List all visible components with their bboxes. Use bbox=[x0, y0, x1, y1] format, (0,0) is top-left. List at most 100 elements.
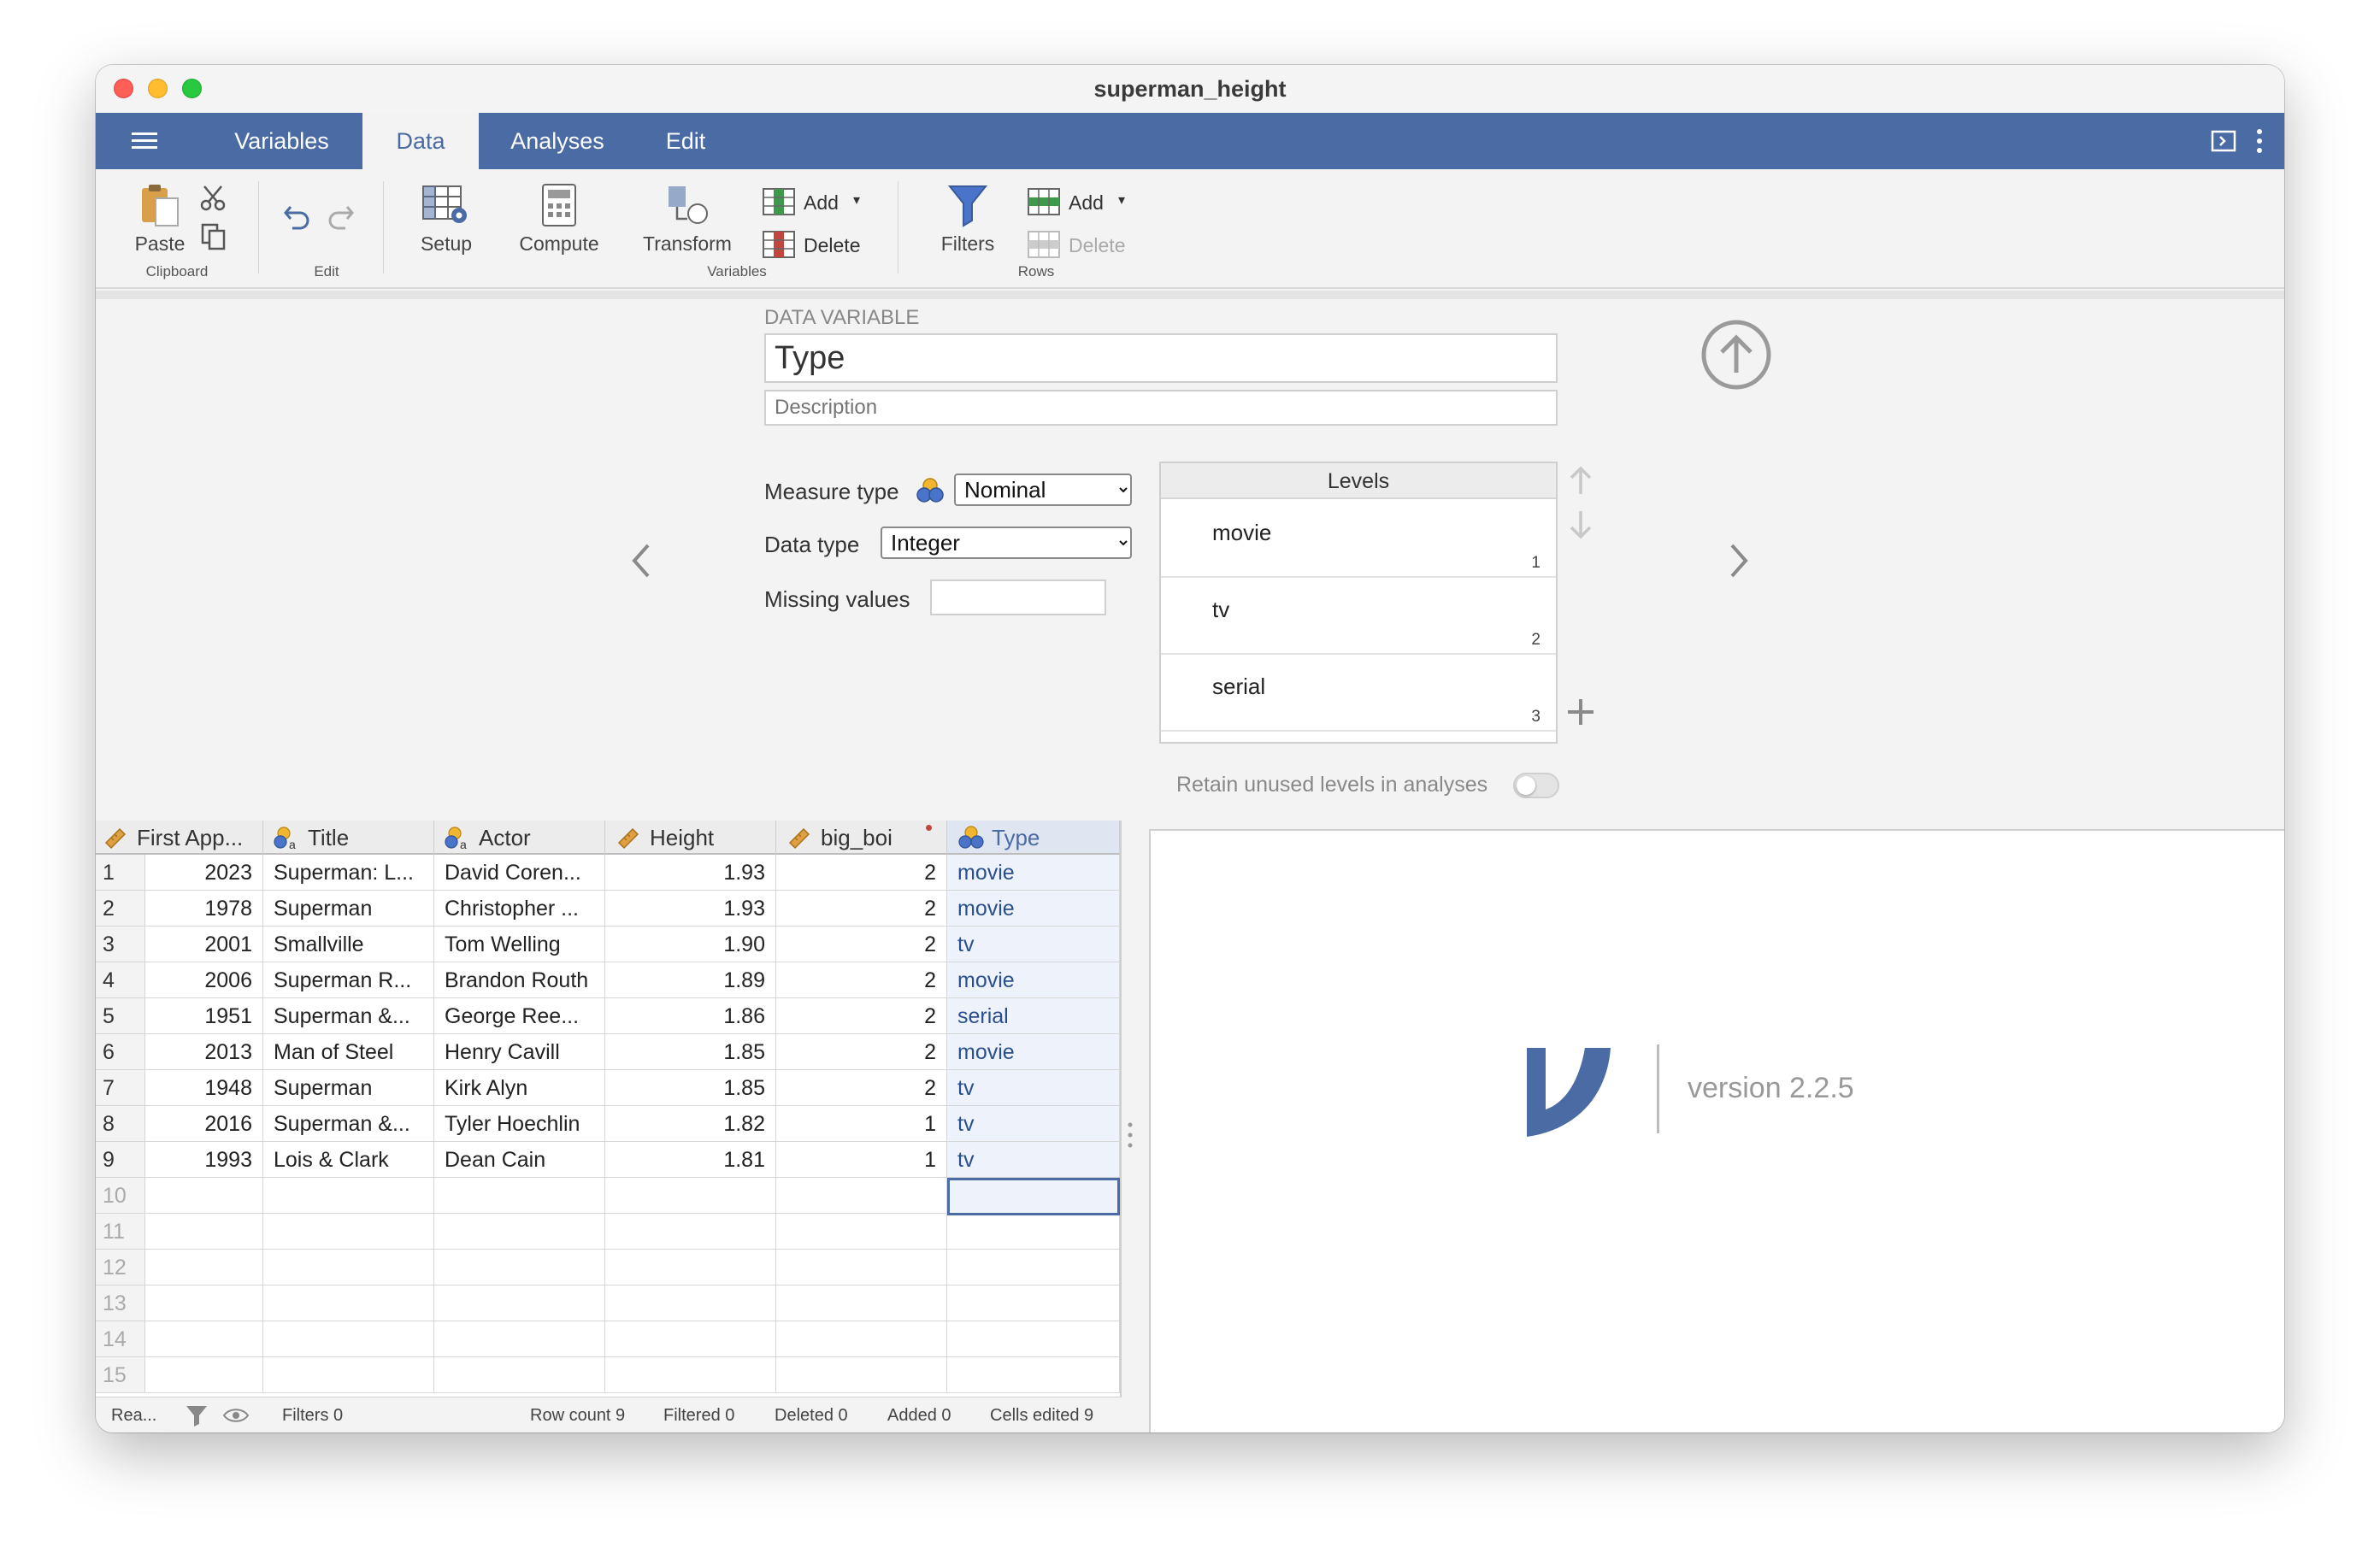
paste-button[interactable]: Paste bbox=[121, 183, 198, 256]
cell-first-appearance[interactable]: 2023 bbox=[145, 855, 263, 891]
column-header-title[interactable]: a Title bbox=[263, 821, 434, 855]
column-header-actor[interactable]: a Actor bbox=[434, 821, 605, 855]
tab-edit[interactable]: Edit bbox=[643, 113, 728, 169]
empty-cell[interactable] bbox=[947, 1250, 1120, 1285]
empty-cell[interactable] bbox=[947, 1214, 1120, 1250]
cell-title[interactable]: Superman bbox=[263, 1070, 434, 1106]
cell-first-appearance[interactable]: 2016 bbox=[145, 1106, 263, 1142]
cell-title[interactable]: Superman &... bbox=[263, 998, 434, 1034]
empty-cell[interactable] bbox=[145, 1214, 263, 1250]
cell-title[interactable]: Superman: L... bbox=[263, 855, 434, 891]
cell-height[interactable]: 1.85 bbox=[605, 1034, 776, 1070]
empty-cell[interactable] bbox=[776, 1178, 947, 1214]
cell-height[interactable]: 1.93 bbox=[605, 855, 776, 891]
zoom-window-button[interactable] bbox=[182, 79, 202, 98]
cell-type[interactable]: serial bbox=[947, 998, 1120, 1034]
empty-cell[interactable] bbox=[263, 1321, 434, 1357]
cell-height[interactable]: 1.85 bbox=[605, 1070, 776, 1106]
empty-cell[interactable] bbox=[145, 1250, 263, 1285]
empty-cell[interactable] bbox=[263, 1357, 434, 1393]
cell-height[interactable]: 1.89 bbox=[605, 962, 776, 998]
level-item[interactable]: movie 1 bbox=[1161, 501, 1556, 578]
cell-type[interactable]: tv bbox=[947, 1106, 1120, 1142]
data-type-select[interactable]: Integer bbox=[881, 527, 1132, 559]
cell-type[interactable]: tv bbox=[947, 1142, 1120, 1178]
cell-first-appearance[interactable]: 2001 bbox=[145, 927, 263, 962]
cell-type[interactable]: movie bbox=[947, 1034, 1120, 1070]
panel-resize-handle[interactable] bbox=[1127, 1118, 1134, 1152]
variable-description-input[interactable] bbox=[764, 390, 1558, 426]
next-variable-arrow-icon[interactable] bbox=[1727, 542, 1751, 579]
hamburger-menu-icon[interactable] bbox=[130, 128, 159, 154]
cell-actor[interactable]: Tyler Hoechlin bbox=[434, 1106, 605, 1142]
missing-values-input[interactable] bbox=[930, 579, 1106, 615]
empty-cell[interactable] bbox=[605, 1214, 776, 1250]
selected-cell[interactable] bbox=[947, 1178, 1120, 1215]
column-header-first-appearance[interactable]: First App... bbox=[96, 821, 263, 855]
empty-cell[interactable] bbox=[605, 1357, 776, 1393]
empty-cell[interactable] bbox=[263, 1250, 434, 1285]
cell-title[interactable]: Man of Steel bbox=[263, 1034, 434, 1070]
empty-cell[interactable] bbox=[145, 1285, 263, 1321]
cell-actor[interactable]: Kirk Alyn bbox=[434, 1070, 605, 1106]
cell-height[interactable]: 1.90 bbox=[605, 927, 776, 962]
column-header-height[interactable]: Height bbox=[605, 821, 776, 855]
empty-cell[interactable] bbox=[434, 1285, 605, 1321]
cell-first-appearance[interactable]: 1951 bbox=[145, 998, 263, 1034]
cell-big-boi[interactable]: 1 bbox=[776, 1142, 947, 1178]
cell-big-boi[interactable]: 2 bbox=[776, 1070, 947, 1106]
level-item[interactable]: serial 3 bbox=[1161, 655, 1556, 732]
cell-height[interactable]: 1.81 bbox=[605, 1142, 776, 1178]
minimize-window-button[interactable] bbox=[148, 79, 168, 98]
transform-button[interactable]: Transform bbox=[627, 183, 747, 256]
cell-big-boi[interactable]: 2 bbox=[776, 855, 947, 891]
add-level-icon[interactable] bbox=[1566, 697, 1595, 727]
setup-button[interactable]: Setup bbox=[404, 183, 489, 256]
filters-button[interactable]: Filters bbox=[916, 183, 1019, 256]
cell-first-appearance[interactable]: 1993 bbox=[145, 1142, 263, 1178]
more-options-icon[interactable] bbox=[2255, 128, 2264, 154]
empty-cell[interactable] bbox=[776, 1321, 947, 1357]
redo-icon[interactable] bbox=[323, 202, 356, 231]
empty-cell[interactable] bbox=[434, 1214, 605, 1250]
cell-big-boi[interactable]: 2 bbox=[776, 998, 947, 1034]
cell-first-appearance[interactable]: 2006 bbox=[145, 962, 263, 998]
empty-cell[interactable] bbox=[434, 1357, 605, 1393]
cell-height[interactable]: 1.86 bbox=[605, 998, 776, 1034]
empty-cell[interactable] bbox=[434, 1178, 605, 1214]
undo-icon[interactable] bbox=[282, 202, 315, 231]
close-window-button[interactable] bbox=[114, 79, 133, 98]
cell-title[interactable]: Superman bbox=[263, 891, 434, 927]
cell-height[interactable]: 1.82 bbox=[605, 1106, 776, 1142]
eye-icon[interactable] bbox=[222, 1406, 250, 1425]
cell-actor[interactable]: George Ree... bbox=[434, 998, 605, 1034]
cell-type[interactable]: movie bbox=[947, 962, 1120, 998]
cell-actor[interactable]: David Coren... bbox=[434, 855, 605, 891]
move-level-up-icon[interactable] bbox=[1568, 463, 1594, 497]
level-item[interactable]: tv 2 bbox=[1161, 578, 1556, 655]
empty-cell[interactable] bbox=[947, 1285, 1120, 1321]
cell-type[interactable]: tv bbox=[947, 1070, 1120, 1106]
empty-cell[interactable] bbox=[434, 1321, 605, 1357]
empty-cell[interactable] bbox=[145, 1321, 263, 1357]
empty-cell[interactable] bbox=[605, 1250, 776, 1285]
toggle-panel-icon[interactable] bbox=[2211, 130, 2236, 152]
empty-cell[interactable] bbox=[947, 1357, 1120, 1393]
collapse-editor-arrow-icon[interactable] bbox=[1700, 318, 1773, 391]
cell-type[interactable]: movie bbox=[947, 855, 1120, 891]
cell-big-boi[interactable]: 1 bbox=[776, 1106, 947, 1142]
column-header-big-boi[interactable]: big_boi • bbox=[776, 821, 947, 855]
tab-analyses[interactable]: Analyses bbox=[492, 113, 622, 169]
cell-big-boi[interactable]: 2 bbox=[776, 1034, 947, 1070]
empty-cell[interactable] bbox=[145, 1357, 263, 1393]
compute-button[interactable]: Compute bbox=[508, 183, 610, 256]
measure-type-select[interactable]: Nominal bbox=[954, 474, 1132, 506]
cell-first-appearance[interactable]: 1948 bbox=[145, 1070, 263, 1106]
cell-actor[interactable]: Dean Cain bbox=[434, 1142, 605, 1178]
cell-type[interactable]: movie bbox=[947, 891, 1120, 927]
empty-cell[interactable] bbox=[776, 1357, 947, 1393]
cell-title[interactable]: Superman R... bbox=[263, 962, 434, 998]
empty-cell[interactable] bbox=[605, 1178, 776, 1214]
delete-row-button[interactable]: Delete bbox=[1028, 231, 1156, 260]
empty-cell[interactable] bbox=[145, 1178, 263, 1214]
